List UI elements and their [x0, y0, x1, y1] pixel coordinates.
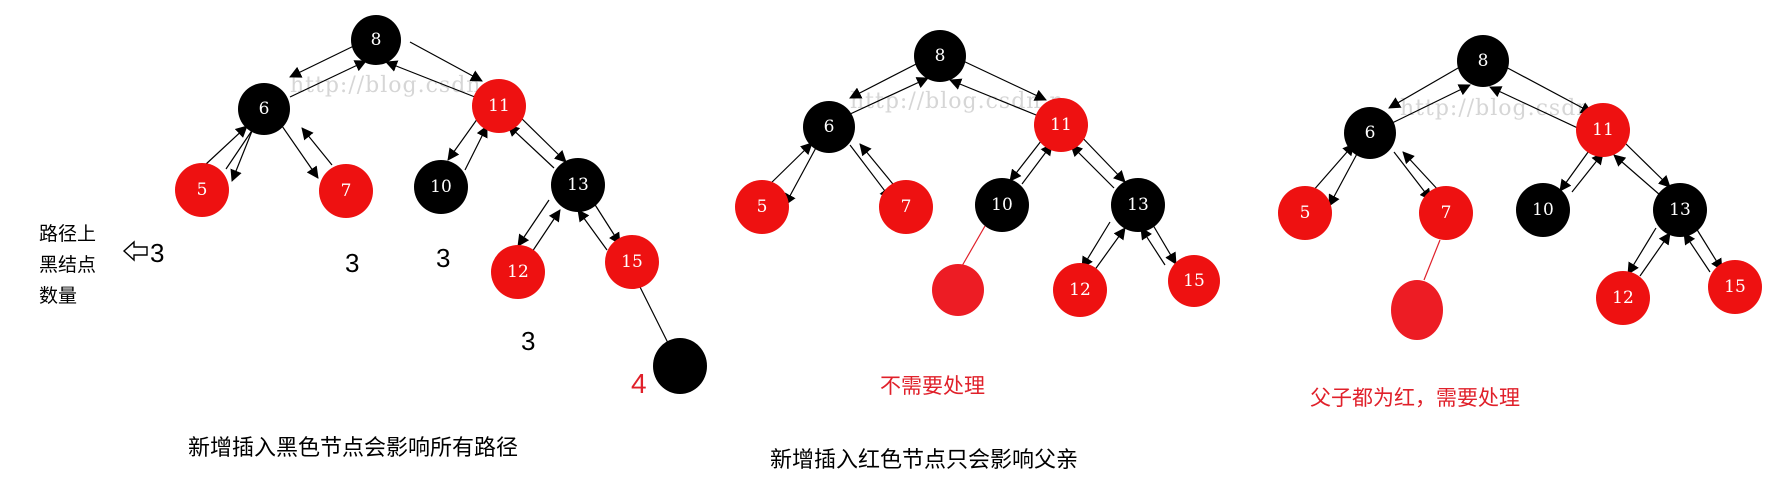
watermark: http://blog.csdn.n — [850, 89, 1065, 114]
tree-node: 8 — [914, 30, 966, 82]
svg-text:13: 13 — [1127, 195, 1149, 215]
svg-text:5: 5 — [197, 180, 208, 200]
tree-node: 12 — [1596, 271, 1650, 325]
new-path-count: 4 — [631, 368, 647, 399]
svg-text:8: 8 — [371, 30, 382, 50]
svg-text:11: 11 — [1050, 115, 1072, 135]
tree-node: 7 — [879, 180, 933, 234]
side-label-line: 路径上 — [39, 223, 96, 245]
svg-text:11: 11 — [1592, 120, 1614, 140]
svg-text:13: 13 — [1669, 200, 1691, 220]
new-red-node — [932, 264, 984, 316]
svg-text:11: 11 — [488, 96, 510, 116]
new-red-node — [1391, 280, 1443, 340]
side-label-line: 数量 — [39, 285, 77, 307]
svg-text:7: 7 — [341, 181, 352, 201]
tree-node: 11 — [472, 79, 526, 133]
tree-node: 11 — [1034, 98, 1088, 152]
svg-text:15: 15 — [621, 252, 643, 272]
svg-text:10: 10 — [991, 195, 1013, 215]
panel-1-caption: 新增插入黑色节点会影响所有路径 — [188, 436, 518, 461]
watermark: http://blog.csdn.n — [290, 73, 505, 98]
path-count: 3 — [345, 248, 359, 278]
tree-node: 6 — [803, 101, 855, 153]
svg-text:10: 10 — [430, 177, 452, 197]
tree-node: 7 — [319, 164, 373, 218]
svg-text:7: 7 — [1441, 203, 1452, 223]
svg-text:15: 15 — [1724, 277, 1746, 297]
tree-node: 8 — [1457, 35, 1509, 87]
svg-text:13: 13 — [567, 175, 589, 195]
tree-node: 13 — [1111, 178, 1165, 232]
tree-node: 10 — [975, 178, 1029, 232]
tree-node: 7 — [1419, 186, 1473, 240]
svg-text:12: 12 — [507, 262, 529, 282]
svg-text:12: 12 — [1069, 280, 1091, 300]
svg-text:6: 6 — [1365, 123, 1376, 143]
tree-node: 6 — [1344, 107, 1396, 159]
tree-node: 8 — [351, 15, 401, 65]
path-count: 3 — [150, 238, 164, 268]
tree-node: 11 — [1576, 103, 1630, 157]
svg-text:10: 10 — [1532, 200, 1554, 220]
tree-node: 12 — [1053, 263, 1107, 317]
panel-2-note: 不需要处理 — [880, 374, 985, 398]
path-count: 3 — [436, 243, 450, 273]
svg-text:6: 6 — [824, 117, 835, 137]
svg-text:15: 15 — [1183, 271, 1205, 291]
hollow-left-arrow-icon — [122, 240, 148, 262]
tree-node: 13 — [1653, 183, 1707, 237]
tree-node: 10 — [1516, 183, 1570, 237]
svg-text:5: 5 — [757, 197, 768, 217]
panel-2-caption: 新增插入红色节点只会影响父亲 — [770, 448, 1078, 473]
svg-text:8: 8 — [935, 46, 946, 66]
svg-text:5: 5 — [1300, 203, 1311, 223]
tree-node: 5 — [1278, 186, 1332, 240]
tree-node: 15 — [1708, 260, 1762, 314]
svg-text:8: 8 — [1478, 51, 1489, 71]
tree-node: 13 — [551, 158, 605, 212]
tree-node: 5 — [175, 163, 229, 217]
panel-3-note: 父子都为红，需要处理 — [1310, 386, 1520, 410]
tree-node: 15 — [1168, 255, 1220, 307]
svg-text:12: 12 — [1612, 288, 1634, 308]
svg-text:6: 6 — [259, 99, 270, 119]
tree-node: 5 — [735, 180, 789, 234]
tree-node: 12 — [491, 245, 545, 299]
side-label-line: 黑结点 — [39, 254, 96, 276]
new-black-node — [653, 338, 707, 394]
tree-node: 15 — [605, 235, 659, 289]
panel-3: 8 6 11 5 7 10 13 12 15 父子都为红，需要处理 — [1278, 35, 1762, 410]
tree-node: 6 — [238, 83, 290, 135]
path-count: 3 — [521, 326, 535, 356]
tree-node: 10 — [414, 160, 468, 214]
svg-text:7: 7 — [901, 197, 912, 217]
red-black-tree-diagram: http://blog.csdn.n http://blog.csdn.n ht… — [39, 15, 1762, 473]
